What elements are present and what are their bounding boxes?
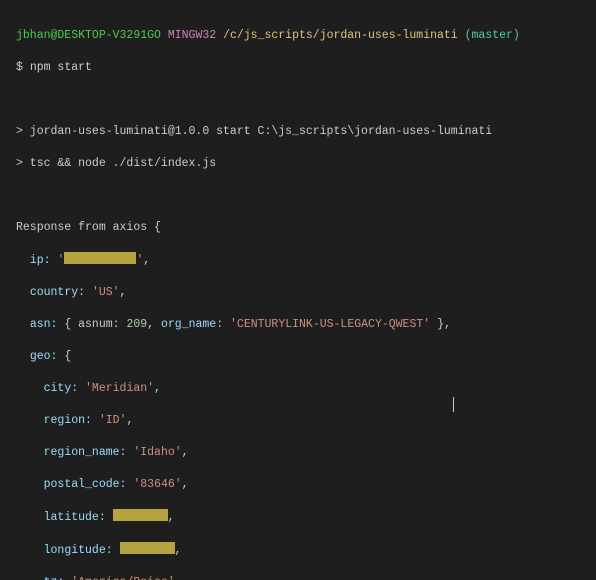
blank-line bbox=[16, 92, 588, 108]
redacted-lat bbox=[113, 509, 168, 521]
lat-line: latitude: , bbox=[16, 509, 588, 526]
blank-line bbox=[16, 188, 588, 204]
npm-run-line: > jordan-uses-luminati@1.0.0 start C:\js… bbox=[16, 124, 588, 140]
city-line: city: 'Meridian', bbox=[16, 381, 588, 397]
prompt-user: jbhan@DESKTOP-V3291GO bbox=[16, 29, 161, 42]
lon-line: longitude: , bbox=[16, 542, 588, 559]
prompt-branch: (master) bbox=[465, 29, 520, 42]
tz-line: tz: 'America/Boise', bbox=[16, 575, 588, 580]
geo-open-line: geo: { bbox=[16, 349, 588, 365]
postal-line: postal_code: '83646', bbox=[16, 477, 588, 493]
npm-command: npm start bbox=[30, 61, 92, 74]
npm-script-line: > tsc && node ./dist/index.js bbox=[16, 156, 588, 172]
redacted-lon bbox=[120, 542, 175, 554]
prompt-path: /c/js_scripts/jordan-uses-luminati bbox=[223, 29, 458, 42]
prompt-shell: MINGW32 bbox=[168, 29, 216, 42]
ip-line: ip: '', bbox=[16, 252, 588, 269]
redacted-ip bbox=[64, 252, 136, 264]
prompt-line: jbhan@DESKTOP-V3291GO MINGW32 /c/js_scri… bbox=[16, 28, 588, 44]
response-open: Response from axios { bbox=[16, 220, 588, 236]
terminal-output[interactable]: jbhan@DESKTOP-V3291GO MINGW32 /c/js_scri… bbox=[0, 0, 596, 580]
command-line: $ npm start bbox=[16, 60, 588, 76]
asn-line: asn: { asnum: 209, org_name: 'CENTURYLIN… bbox=[16, 317, 588, 333]
region-line: region: 'ID', bbox=[16, 413, 588, 429]
region-name-line: region_name: 'Idaho', bbox=[16, 445, 588, 461]
country-line: country: 'US', bbox=[16, 285, 588, 301]
